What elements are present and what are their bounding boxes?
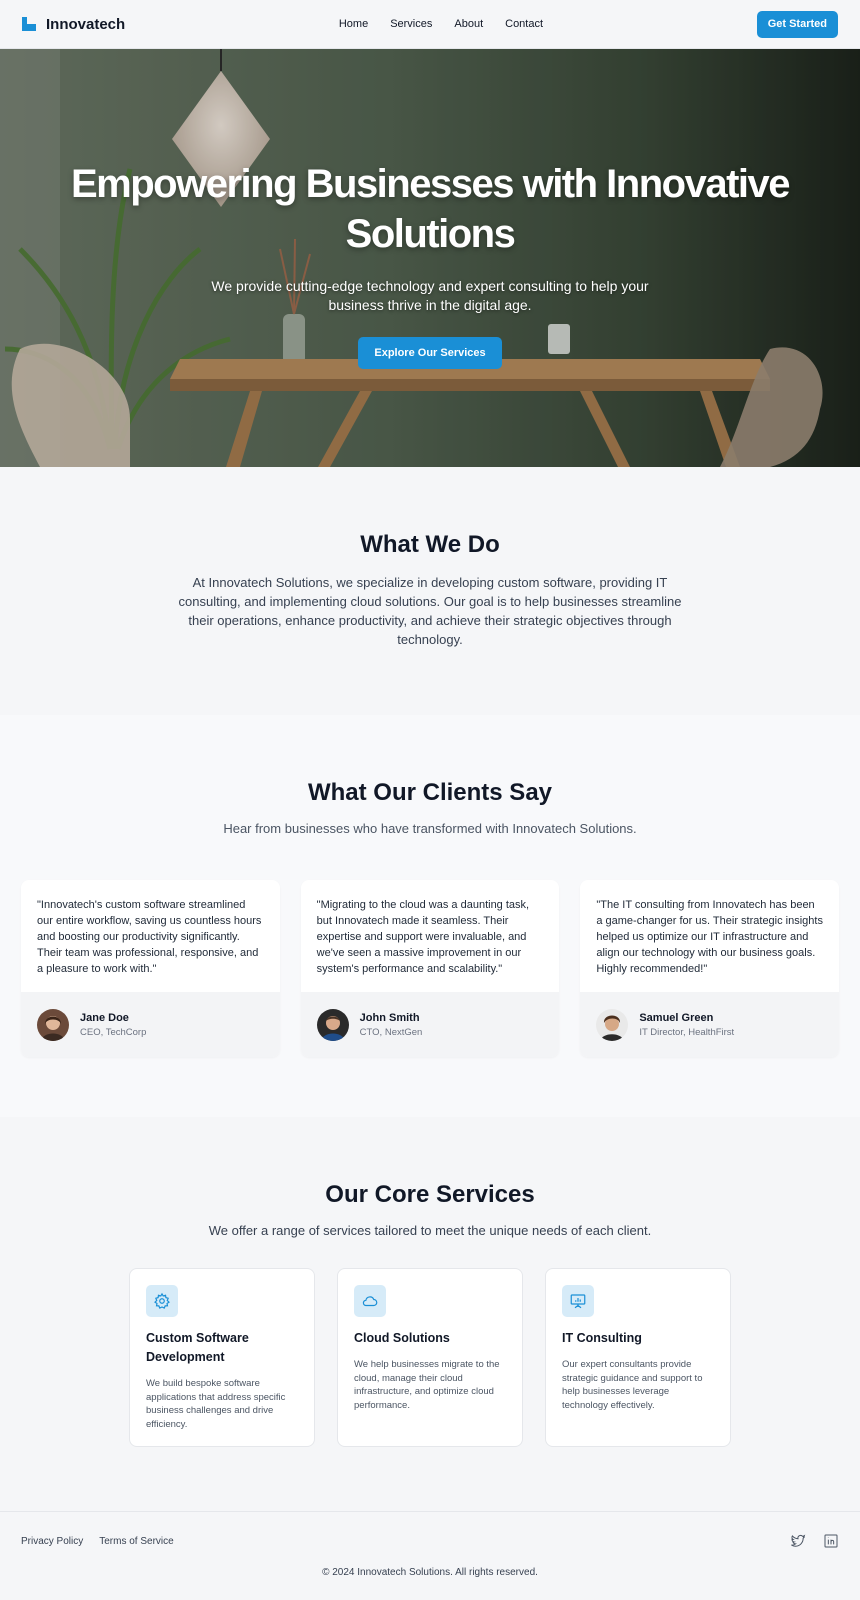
gear-icon (146, 1285, 178, 1317)
testimonial-quote: "The IT consulting from Innovatech has b… (596, 899, 823, 975)
services-subtitle: We offer a range of services tailored to… (208, 1223, 652, 1238)
terms-of-service-link[interactable]: Terms of Service (99, 1536, 173, 1547)
logo-icon (22, 17, 36, 31)
avatar (316, 1008, 349, 1041)
author-role: CTO, NextGen (359, 1026, 423, 1038)
privacy-policy-link[interactable]: Privacy Policy (21, 1536, 83, 1547)
service-title: Custom Software Development (146, 1331, 249, 1364)
hero-subtitle: We provide cutting-edge technology and e… (211, 278, 649, 313)
testimonial-author: Jane Doe CEO, TechCorp (21, 992, 280, 1057)
brand-name: Innovatech (46, 15, 126, 33)
testimonial-author: John Smith CTO, NextGen (300, 992, 560, 1057)
get-started-button[interactable]: Get Started (756, 10, 838, 38)
service-card[interactable]: IT Consulting Our expert consultants pro… (545, 1268, 731, 1447)
what-we-do-section: What We Do At Innovatech Solutions, we s… (0, 467, 860, 715)
service-title: IT Consulting (562, 1331, 642, 1345)
twitter-icon[interactable] (790, 1533, 806, 1554)
main-nav: Home Services About Contact (339, 18, 543, 30)
what-we-do-body: At Innovatech Solutions, we specialize i… (178, 575, 682, 647)
service-card[interactable]: Custom Software Development We build bes… (129, 1268, 315, 1447)
author-name: John Smith (359, 1011, 420, 1024)
core-services-section: Our Core Services We offer a range of se… (0, 1117, 860, 1511)
testimonial-quote: "Innovatech's custom software streamline… (37, 899, 262, 975)
cloud-icon (354, 1285, 386, 1317)
hero-content: Empowering Businesses with Innovative So… (0, 49, 860, 369)
service-card[interactable]: Cloud Solutions We help businesses migra… (337, 1268, 523, 1447)
service-desc: We build bespoke software applications t… (146, 1378, 286, 1430)
testimonials-section: What Our Clients Say Hear from businesse… (0, 715, 860, 1117)
nav-about[interactable]: About (454, 18, 483, 30)
testimonial-card: "The IT consulting from Innovatech has b… (580, 880, 840, 1057)
service-desc: Our expert consultants provide strategic… (562, 1359, 703, 1411)
author-role: IT Director, HealthFirst (639, 1026, 735, 1038)
avatar (37, 1008, 69, 1041)
presentation-chart-icon (562, 1285, 594, 1317)
explore-services-button[interactable]: Explore Our Services (358, 337, 502, 369)
testimonial-author: Samuel Green IT Director, HealthFirst (580, 992, 840, 1057)
testimonial-cards: "Innovatech's custom software streamline… (21, 880, 840, 1057)
avatar (596, 1008, 629, 1041)
copyright-text: © 2024 Innovatech Solutions. All rights … (322, 1567, 538, 1578)
author-role: CEO, TechCorp (80, 1026, 147, 1038)
footer-links: Privacy Policy Terms of Service (21, 1536, 174, 1547)
testimonials-subtitle: Hear from businesses who have transforme… (223, 821, 637, 836)
testimonials-title: What Our Clients Say (307, 779, 553, 806)
site-header: Innovatech Home Services About Contact G… (0, 0, 860, 49)
testimonial-card: "Migrating to the cloud was a daunting t… (300, 880, 560, 1057)
author-name: Jane Doe (80, 1011, 129, 1024)
linkedin-icon[interactable] (823, 1533, 839, 1554)
services-title: Our Core Services (325, 1181, 535, 1208)
service-title: Cloud Solutions (354, 1331, 450, 1345)
author-name: Samuel Green (639, 1011, 714, 1024)
service-cards: Custom Software Development We build bes… (0, 1268, 860, 1447)
nav-home[interactable]: Home (339, 18, 368, 30)
testimonial-card: "Innovatech's custom software streamline… (21, 880, 280, 1057)
site-footer: Privacy Policy Terms of Service © 2024 I… (0, 1511, 860, 1600)
hero-title: Empowering Businesses with Innovative So… (70, 162, 791, 256)
social-links (790, 1533, 839, 1554)
nav-services[interactable]: Services (390, 18, 432, 30)
what-we-do-title: What We Do (360, 531, 500, 558)
brand-logo[interactable]: Innovatech (22, 16, 125, 33)
hero-section: Empowering Businesses with Innovative So… (0, 49, 860, 467)
service-desc: We help businesses migrate to the cloud,… (354, 1359, 500, 1411)
testimonial-quote: "Migrating to the cloud was a daunting t… (316, 899, 530, 975)
nav-contact[interactable]: Contact (505, 18, 543, 30)
